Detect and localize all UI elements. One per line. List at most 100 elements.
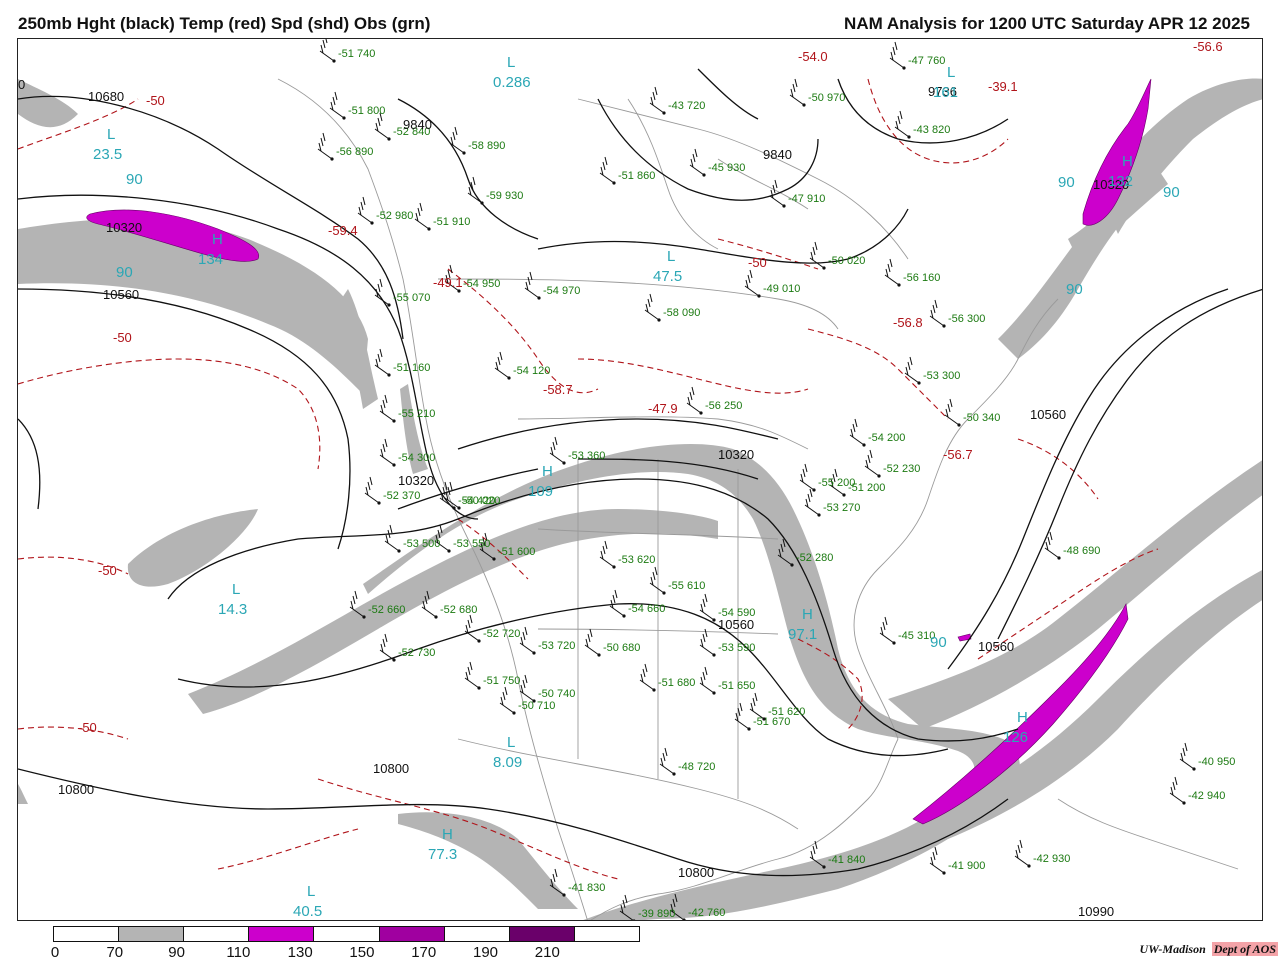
wind-barb [467,176,483,204]
center-value: 161 [933,84,958,101]
station-marker [387,137,391,141]
speed-contour-label: 90 [930,634,947,651]
wind-barb [884,258,900,286]
station-marker [1027,864,1031,868]
station-marker [562,461,566,465]
legend-swatch [54,927,120,941]
station-obs-label: -56 300 [948,313,985,325]
station-obs-label: -55 070 [393,292,430,304]
temperature-label: -47.9 [648,401,678,416]
station-obs-label: -50 680 [603,642,640,654]
height-label: 9840 [403,117,432,132]
station-marker [480,201,484,205]
station-obs-label: -53 360 [568,450,605,462]
station-obs-label: -51 680 [658,677,695,689]
center-value: 0.286 [493,74,531,91]
temperature-label: -50 [98,563,117,578]
wind-speed-shading-70-90 [18,78,1262,920]
station-marker [712,618,716,622]
height-label: 10800 [678,865,714,880]
station-marker [662,591,666,595]
center-letter: H [1017,709,1028,726]
station-obs-label: -58 890 [468,140,505,152]
center-letter: L [507,734,515,751]
wind-barb [1014,839,1030,867]
wind-barb [524,271,540,299]
temperature-label: -50 [78,720,97,735]
legend-swatch [119,927,185,941]
wind-barb [319,39,335,62]
station-marker [712,691,716,695]
station-obs-label: -43 820 [913,124,950,136]
legend-swatch [379,927,445,941]
center-value: 8.09 [493,754,522,771]
station-obs-label: -52 280 [796,552,833,564]
station-obs-label: -56 890 [336,146,373,158]
station-obs-label: -51 860 [618,170,655,182]
credit-org: UW-Madison [1139,942,1206,956]
speed-contour-label: 90 [1058,174,1075,191]
station-obs-label: -54 200 [868,432,905,444]
height-label: 10800 [373,761,409,776]
legend-tick-label: 0 [50,944,60,961]
speed-contour-label: 90 [126,171,143,188]
station-marker [387,373,391,377]
legend-tick-label: 190 [473,944,499,961]
station-obs-label: -53 500 [403,538,440,550]
center-letter: L [307,883,315,900]
wind-barb [374,348,390,376]
height-label: 10560 [103,287,139,302]
station-marker [387,303,391,307]
wind-barb [699,666,715,694]
wind-barb [464,661,480,689]
wind-barb [659,747,675,775]
station-marker [512,711,516,715]
station-marker [1192,767,1196,771]
legend-swatch [444,927,510,941]
valid-time-label: NAM Analysis for 1200 UTC Saturday APR 1… [844,14,1250,33]
station-marker [392,463,396,467]
wind-barb [519,626,535,654]
speed-legend-bar [53,926,640,942]
wind-barb [1179,742,1195,770]
station-marker [1057,556,1061,560]
center-value: 14.3 [218,601,247,618]
station-obs-label: -50 340 [963,412,1000,424]
wind-speed-shading-110-130 [86,78,1152,825]
height-label: 9840 [763,147,792,162]
station-marker [377,501,381,505]
station-obs-label: -40 950 [1198,756,1235,768]
station-obs-label: -48 690 [1063,545,1100,557]
station-marker [452,506,456,510]
legend-tick-label: 110 [226,944,251,961]
station-marker [917,381,921,385]
station-marker [477,639,481,643]
temperature-label: -49.1 [433,275,463,290]
station-obs-label: -56 160 [903,272,940,284]
station-obs-label: -50 740 [538,688,575,700]
station-marker [477,686,481,690]
station-marker [897,283,901,287]
station-obs-label: -42 930 [1033,853,1070,865]
height-label: 0 [18,77,25,92]
station-marker [427,227,431,231]
station-obs-label: -47 910 [788,193,825,205]
wind-barb [944,398,960,426]
station-obs-label: -54 950 [463,278,500,290]
map-title: 250mb Hght (black) Temp (red) Spd (shd) … [18,14,431,33]
wind-barb [864,449,880,477]
wind-barb [849,418,865,446]
station-marker [699,411,703,415]
temperature-label: -54.0 [798,49,828,64]
station-obs-label: -51 740 [338,48,375,60]
station-marker [907,135,911,139]
wind-barb [357,196,373,224]
speed-contour-label: 90 [116,264,133,281]
height-label: 10560 [978,639,1014,654]
station-marker [747,727,751,731]
wind-barb [379,438,395,466]
wind-barb [904,356,920,384]
station-obs-label: -47 760 [908,55,945,67]
center-letter: L [107,126,115,143]
station-obs-label: -53 550 [453,538,490,550]
